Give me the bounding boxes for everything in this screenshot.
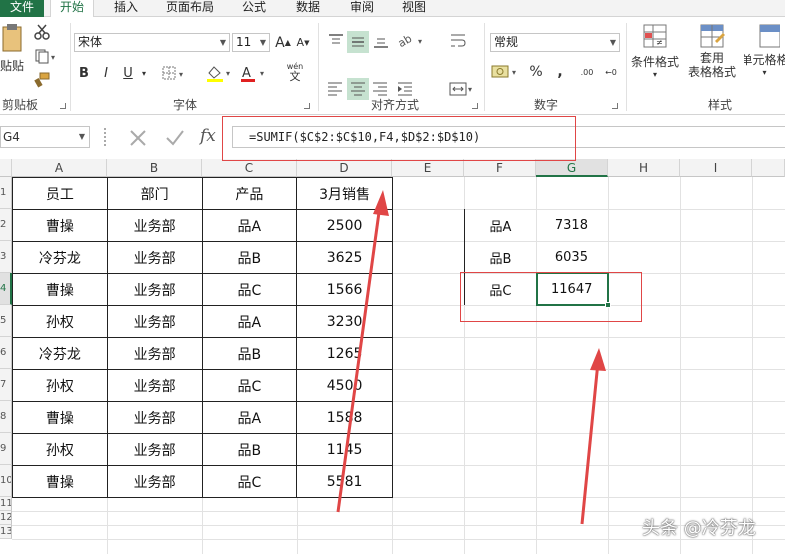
arrow-up-to-formula bbox=[336, 190, 389, 513]
watermark: 头条 @冷芬龙 bbox=[642, 518, 756, 539]
annotation-arrows bbox=[336, 190, 606, 525]
arrow-up-to-result bbox=[580, 348, 606, 525]
